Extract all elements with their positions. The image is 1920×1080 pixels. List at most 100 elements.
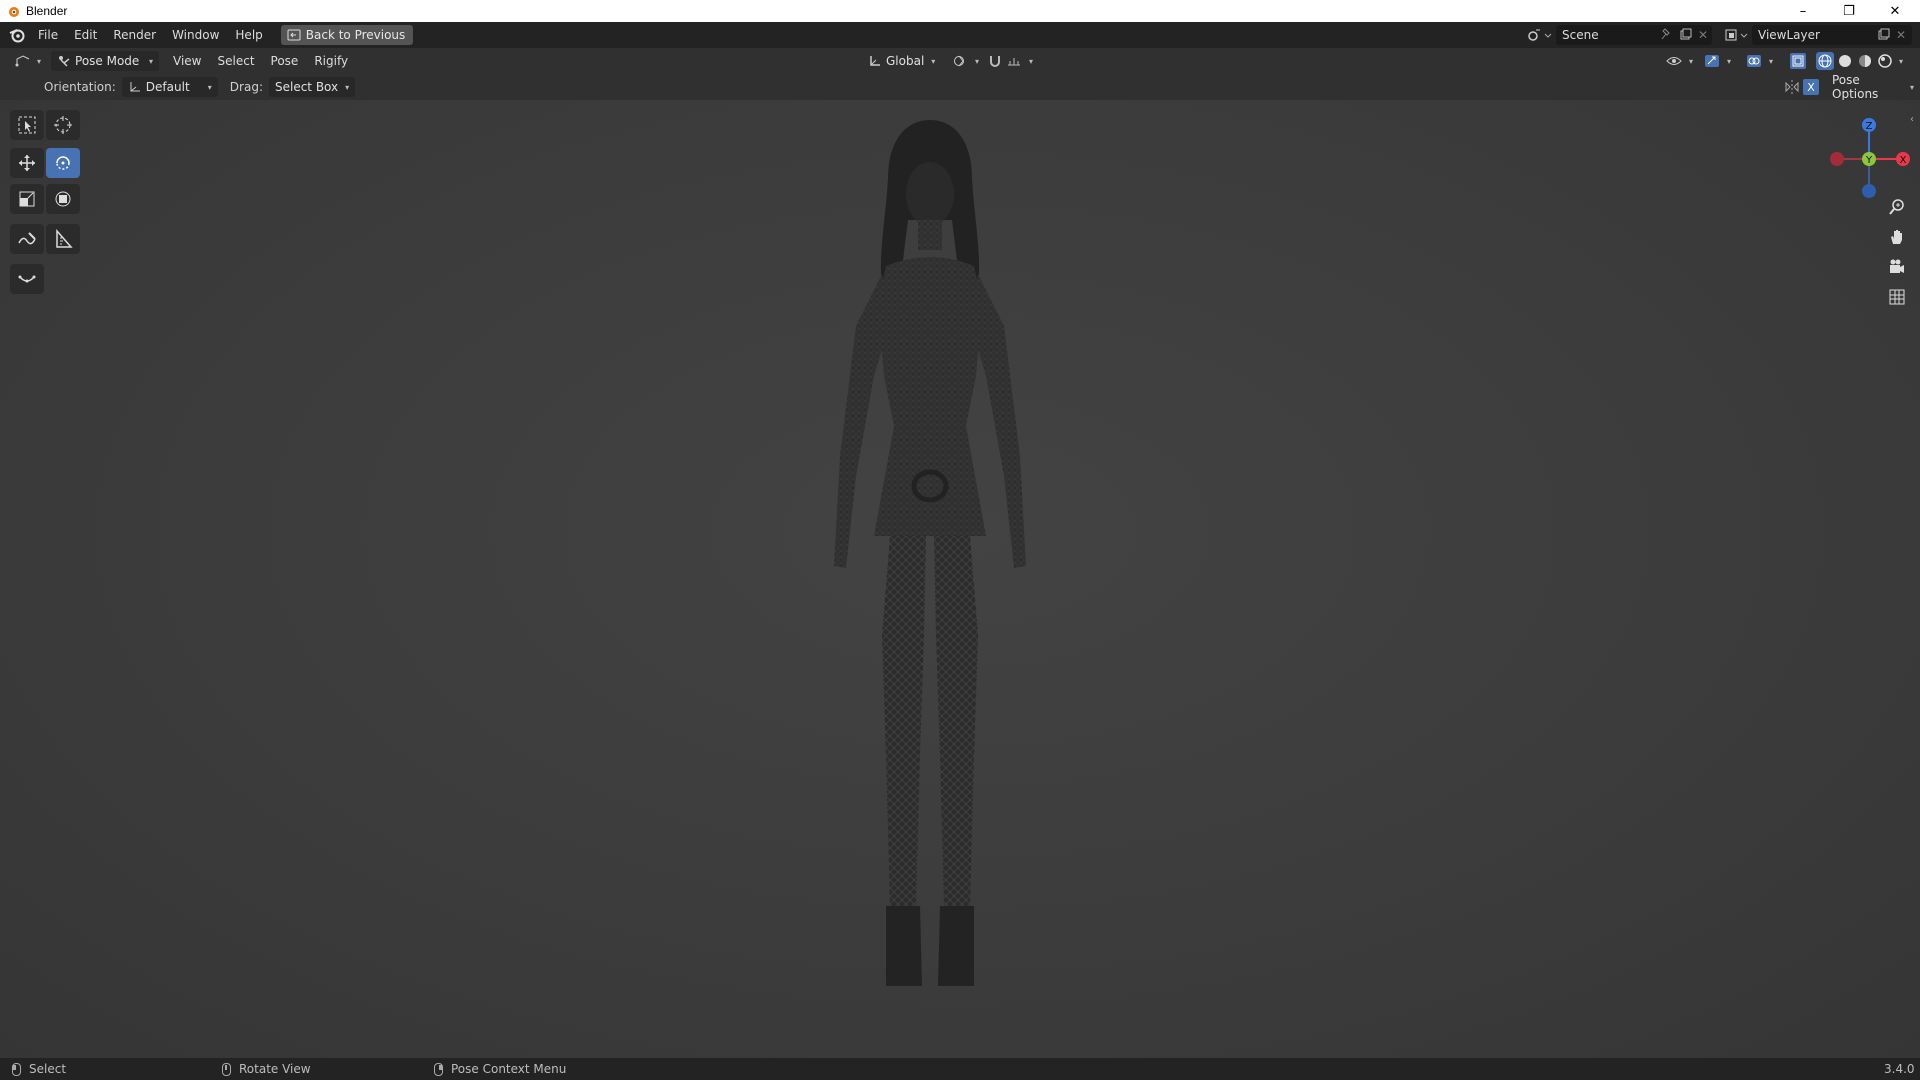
transform-orientation-dropdown[interactable]: Global ▾ [862,51,941,71]
scene-selector[interactable]: Scene ✕ [1556,25,1712,45]
pose-options-dropdown[interactable]: Pose Options ▾ [1826,73,1920,101]
snap-controls[interactable]: ▾ [982,51,1039,71]
x-mirror-toggle[interactable]: X [1803,79,1819,95]
overlays-toggle[interactable]: ▾ [1740,51,1779,71]
status-select-label: Select [29,1062,67,1076]
navigation-gizmo[interactable]: Z X Y [1820,108,1920,198]
measure-tool[interactable] [46,224,80,254]
left-mouse-icon [12,1062,21,1076]
pivot-icon [954,55,964,67]
visibility-dropdown[interactable]: ▾ [1660,51,1699,71]
sidebar-toggle-icon[interactable]: ‹ [1910,114,1914,125]
menu-render[interactable]: Render [105,24,164,46]
right-mouse-icon [434,1062,443,1076]
select-box-tool[interactable] [10,110,44,140]
3d-viewport[interactable]: Z X Y ‹ [0,100,1920,1058]
pivot-point-dropdown[interactable]: ▾ [946,51,985,71]
eye-icon [1666,57,1682,65]
menu-help[interactable]: Help [227,24,270,46]
scale-tool[interactable] [10,184,44,214]
relax-pose-tool[interactable] [10,264,44,294]
gizmo-y-label: Y [1865,155,1873,166]
orientation-default-icon [130,82,140,92]
ortho-toggle-button[interactable] [1884,284,1910,310]
annotate-icon [18,232,36,245]
solid-shading-icon[interactable] [1836,52,1854,70]
menu-view[interactable]: View [165,50,209,72]
menu-window[interactable]: Window [164,24,227,46]
drag-label: Drag: [229,80,263,94]
select-box-icon [18,116,36,134]
delete-view-layer-icon[interactable]: ✕ [1896,28,1906,42]
top-menu-bar: File Edit Render Window Help Back to Pre… [0,22,1920,48]
back-to-previous-button[interactable]: Back to Previous [280,25,414,45]
character-mesh-wireframe[interactable] [790,116,1070,1016]
gizmo-neg-x-axis[interactable] [1830,152,1844,166]
close-button[interactable]: ✕ [1872,0,1918,22]
blender-menu-icon[interactable] [4,22,30,48]
snap-magnet-icon [990,56,1000,67]
blender-app-icon [9,7,19,17]
orientation-label: Orientation: [44,80,116,94]
status-context-label: Pose Context Menu [451,1062,567,1076]
menu-pose[interactable]: Pose [263,50,307,72]
status-rotate-label: Rotate View [239,1062,311,1076]
orientation-value: Default [145,80,190,94]
restore-button[interactable]: ❐ [1826,0,1872,22]
3d-viewport-icon [15,55,30,67]
view-layer-icon[interactable] [1724,27,1750,43]
hand-icon [1891,230,1902,244]
shading-mode-buttons[interactable]: ▾ [1814,51,1905,71]
xray-toggle[interactable] [1788,51,1808,71]
pose-options-label: Pose Options [1832,73,1879,101]
mirror-pose-icon[interactable] [1784,79,1800,95]
transform-orientation-label: Global [886,54,925,68]
rotate-tool[interactable] [46,148,80,178]
drag-dropdown[interactable]: Select Box ▾ [268,77,356,97]
menu-edit[interactable]: Edit [66,24,105,46]
move-icon [19,155,35,171]
annotate-tool[interactable] [10,224,44,254]
mode-dropdown[interactable]: Pose Mode ▾ [51,51,160,71]
middle-mouse-icon [222,1062,231,1076]
gizmo-toggle[interactable]: ▾ [1698,51,1737,71]
camera-view-button[interactable] [1884,254,1910,280]
gizmo-z-label: Z [1866,121,1873,132]
window-title: Blender [26,4,68,18]
transform-icon [55,191,71,207]
transform-tool[interactable] [46,184,80,214]
gizmo-neg-z-axis[interactable] [1862,184,1876,198]
status-rotate-hint: Rotate View [222,1058,311,1080]
rotate-icon [56,156,70,170]
window-titlebar: Blender – ❐ ✕ [0,0,1920,22]
orientation-dropdown[interactable]: Default ▾ [121,77,218,97]
move-tool[interactable] [10,148,44,178]
scene-name: Scene [1562,28,1599,42]
new-scene-icon[interactable] [1680,28,1692,43]
camera-icon [1890,259,1904,273]
menu-select[interactable]: Select [210,50,263,72]
pin-icon[interactable] [1661,27,1673,43]
view-layer-name: ViewLayer [1758,28,1820,42]
editor-type-dropdown[interactable]: ▾ [8,51,47,71]
menu-rigify[interactable]: Rigify [306,50,356,72]
pan-view-button[interactable] [1884,224,1910,250]
rendered-shading-icon[interactable] [1876,52,1894,70]
zoom-view-button[interactable] [1884,194,1910,220]
back-to-previous-label: Back to Previous [305,28,406,42]
minimize-button[interactable]: – [1780,0,1826,22]
back-icon [287,29,301,41]
xray-icon [1790,53,1806,69]
material-shading-icon[interactable] [1856,52,1874,70]
breakdowner-icon [18,275,36,283]
menu-file[interactable]: File [30,24,66,46]
drag-value: Select Box [274,80,339,94]
new-view-layer-icon[interactable] [1878,28,1890,43]
cursor-tool[interactable] [46,110,80,140]
wireframe-shading-icon[interactable] [1816,52,1834,70]
delete-scene-icon[interactable]: ✕ [1698,28,1708,42]
scene-type-icon[interactable] [1526,27,1552,43]
status-context-hint: Pose Context Menu [434,1058,566,1080]
view-layer-selector[interactable]: ViewLayer ✕ [1752,25,1912,45]
pose-mode-icon [59,56,70,67]
